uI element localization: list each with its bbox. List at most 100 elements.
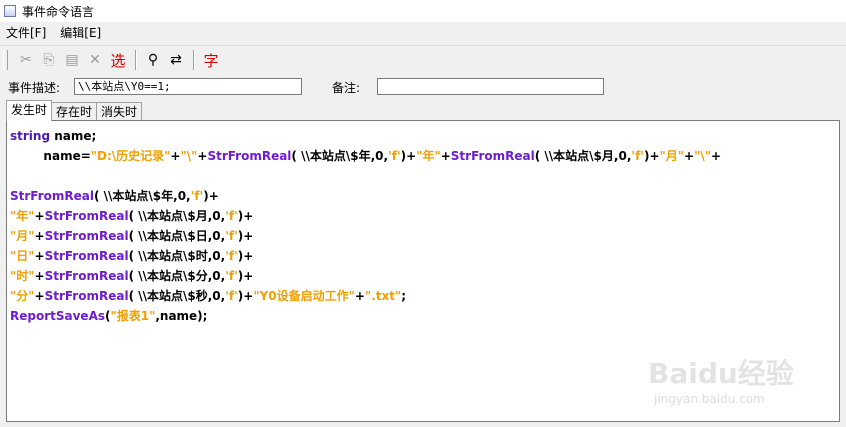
delete-icon[interactable]: ✕ xyxy=(84,49,106,71)
code-token-str: 'f' xyxy=(631,149,644,163)
cut-icon[interactable]: ✂ xyxy=(15,49,37,71)
menu-bar: 文件[F] 编辑[E] xyxy=(0,23,846,42)
code-line[interactable]: ReportSaveAs("报表1",name); xyxy=(10,306,836,326)
code-token-str: ".txt" xyxy=(364,289,402,303)
code-token-id: ( \\本站点\$月,0, xyxy=(128,209,226,223)
toolbar: ✂ ⎘ ▤ ✕ 选 ⚲ ⇄ 字 xyxy=(0,45,846,74)
code-token-str: "\" xyxy=(694,149,711,163)
code-token-str: "Y0设备启动工作" xyxy=(253,289,355,303)
paste-icon[interactable]: ▤ xyxy=(61,49,83,71)
menu-file[interactable]: 文件[F] xyxy=(6,24,46,41)
code-token-str: 'f' xyxy=(190,189,204,203)
code-token-kw: string xyxy=(10,129,51,143)
code-token-id: )+ xyxy=(237,209,254,223)
replace-icon[interactable]: ⇄ xyxy=(165,49,187,71)
code-token-op: + xyxy=(170,149,181,163)
code-line[interactable]: string name; xyxy=(10,126,836,146)
code-token-id: )+ xyxy=(400,149,417,163)
code-line[interactable]: "日"+StrFromReal( \\本站点\$时,0,'f')+ xyxy=(10,246,836,266)
code-token-op: + xyxy=(34,229,45,243)
code-token-id: ( \\本站点\$秒,0, xyxy=(128,289,226,303)
tab-while-exists[interactable]: 存在时 xyxy=(51,102,98,121)
code-token-id: ,name); xyxy=(155,309,208,323)
remark-input[interactable] xyxy=(377,78,604,95)
code-token-id: name; xyxy=(50,129,97,143)
code-line[interactable]: "分"+StrFromReal( \\本站点\$秒,0,'f')+"Y0设备启动… xyxy=(10,286,836,306)
code-token-str: "年" xyxy=(416,149,441,163)
code-token-fn: StrFromReal xyxy=(44,269,129,283)
find-binoculars-icon[interactable]: ⚲ xyxy=(142,49,164,71)
code-token-id: ( \\本站点\$年,0, xyxy=(93,189,191,203)
code-token-id: )+ xyxy=(237,229,254,243)
code-token-str: "D:\历史记录" xyxy=(90,149,171,163)
code-token-id: ( \\本站点\$日,0, xyxy=(128,229,226,243)
font-button[interactable]: 字 xyxy=(200,49,222,71)
code-token-id: )+ xyxy=(237,289,254,303)
code-token-fn: StrFromReal xyxy=(450,149,535,163)
code-token-fn: StrFromReal xyxy=(10,189,94,203)
code-token-str: "年" xyxy=(10,209,35,223)
copy-icon[interactable]: ⎘ xyxy=(38,49,60,71)
code-token-op: + xyxy=(34,209,45,223)
code-token-id: ( \\本站点\$月,0, xyxy=(534,149,632,163)
code-token-op: + xyxy=(197,149,208,163)
code-token-str: "月" xyxy=(10,229,35,243)
code-line[interactable]: name="D:\历史记录"+"\"+StrFromReal( \\本站点\$年… xyxy=(10,146,836,166)
code-token-fn: StrFromReal xyxy=(44,289,129,303)
code-token-str: 'f' xyxy=(225,249,238,263)
code-line[interactable]: "年"+StrFromReal( \\本站点\$月,0,'f')+ xyxy=(10,206,836,226)
baidu-watermark: Baidu经验 jingyan.baidu.com xyxy=(648,352,818,412)
code-token-id: )+ xyxy=(643,149,660,163)
code-token-op: + xyxy=(710,149,722,163)
code-token-str: "日" xyxy=(10,249,35,263)
code-token-id: ; xyxy=(401,289,407,303)
code-token-id: )+ xyxy=(203,189,219,203)
code-token-str: "报表1" xyxy=(110,309,156,323)
code-token-op: + xyxy=(34,289,45,303)
code-token-str: "分" xyxy=(10,289,35,303)
code-token-str: "\" xyxy=(180,149,198,163)
app-icon xyxy=(4,5,16,17)
tab-on-disappear[interactable]: 消失时 xyxy=(96,102,143,121)
toolbar-separator xyxy=(135,50,137,70)
toolbar-grip[interactable] xyxy=(3,50,8,70)
menu-edit[interactable]: 编辑[E] xyxy=(60,24,101,41)
code-token-str: 'f' xyxy=(388,149,401,163)
title-bar: 事件命令语言 xyxy=(0,0,846,22)
watermark-logo-text: Baidu经验 xyxy=(648,357,794,390)
code-token-fn: StrFromReal xyxy=(44,209,129,223)
window-title: 事件命令语言 xyxy=(22,4,95,19)
code-line[interactable]: "月"+StrFromReal( \\本站点\$日,0,'f')+ xyxy=(10,226,836,246)
code-token-id: ( \\本站点\$时,0, xyxy=(128,249,226,263)
code-token-str: 'f' xyxy=(225,289,238,303)
remark-label: 备注: xyxy=(332,81,361,95)
code-line[interactable]: StrFromReal( \\本站点\$年,0,'f')+ xyxy=(10,186,836,206)
code-token-id: )+ xyxy=(237,249,254,263)
code-token-op: + xyxy=(34,249,45,263)
code-token-op: + xyxy=(684,149,695,163)
code-token-op: + xyxy=(34,269,45,283)
event-desc-input[interactable]: \\本站点\Y0==1; xyxy=(74,78,302,95)
code-token-id: )+ xyxy=(237,269,254,283)
code-token-op: + xyxy=(354,289,365,303)
code-token-str: "时" xyxy=(10,269,35,283)
code-token-fn: StrFromReal xyxy=(44,229,129,243)
code-token-op: + xyxy=(440,149,451,163)
code-token-fn: StrFromReal xyxy=(44,249,129,263)
code-token-fn: StrFromReal xyxy=(207,149,292,163)
code-token-str: 'f' xyxy=(225,229,238,243)
code-line[interactable]: "时"+StrFromReal( \\本站点\$分,0,'f')+ xyxy=(10,266,836,286)
code-token-fn: ReportSaveAs xyxy=(10,309,105,323)
code-token-id: name= xyxy=(10,149,91,163)
select-button[interactable]: 选 xyxy=(107,49,129,71)
code-token-str: 'f' xyxy=(225,209,238,223)
watermark-url: jingyan.baidu.com xyxy=(654,392,765,406)
code-token-str: "月" xyxy=(659,149,685,163)
event-fields: 事件描述: \\本站点\Y0==1; 备注: xyxy=(0,76,846,98)
event-desc-label: 事件描述: xyxy=(8,81,61,95)
code-line[interactable] xyxy=(10,166,836,186)
code-token-id: ( \\本站点\$年,0, xyxy=(291,149,389,163)
code-token-str: 'f' xyxy=(225,269,238,283)
tab-on-occur[interactable]: 发生时 xyxy=(6,100,53,121)
toolbar-separator xyxy=(193,50,195,70)
